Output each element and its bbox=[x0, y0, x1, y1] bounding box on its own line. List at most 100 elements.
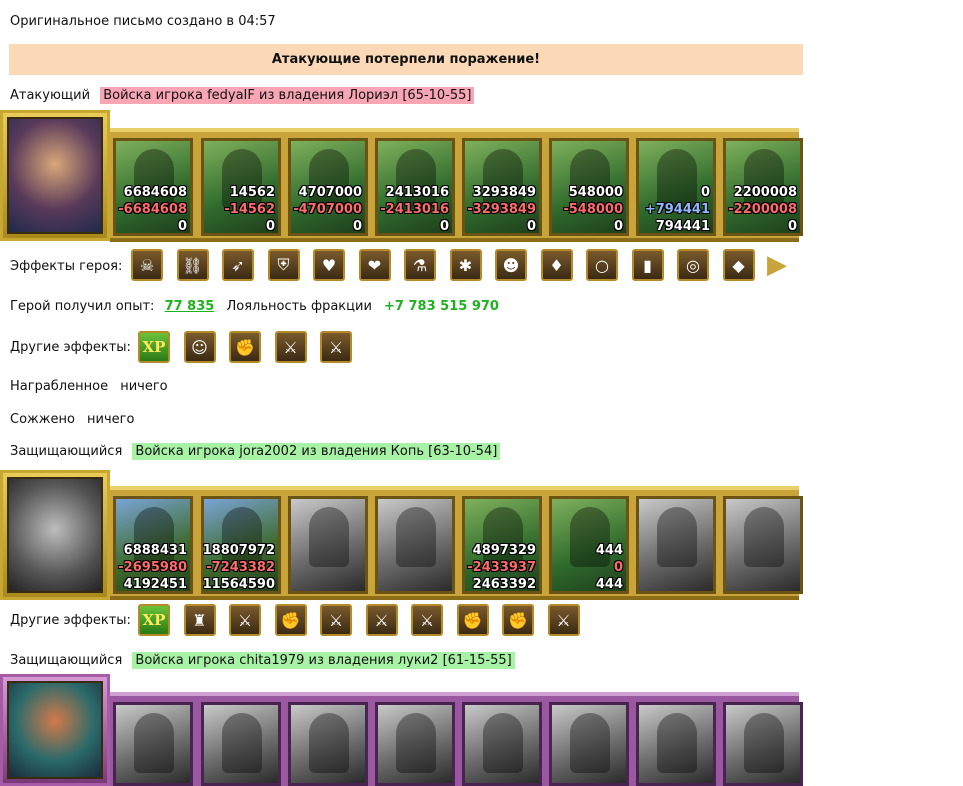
unit-count-n1: 4897329 bbox=[472, 543, 536, 558]
unit-card[interactable] bbox=[636, 496, 716, 594]
shield-bow-icon[interactable]: ⛨ bbox=[267, 249, 300, 281]
defender1-row: Защищающийся Войска игрока jora2002 из в… bbox=[10, 442, 501, 462]
unit-card[interactable]: 0 +794441 794441 bbox=[636, 138, 716, 236]
chain-mail-icon[interactable]: ⛓ bbox=[176, 249, 209, 281]
defender2-army-name[interactable]: Войска игрока chita1979 из владения луки… bbox=[132, 652, 515, 669]
unit-count-n2: -3293849 bbox=[467, 202, 536, 217]
ring-icon[interactable]: ○ bbox=[586, 249, 618, 281]
unit-card[interactable]: 2200008 -2200008 0 bbox=[723, 138, 803, 236]
unit-card[interactable]: 2413016 -2413016 0 bbox=[375, 138, 455, 236]
unit-card[interactable]: 6888431 -2695980 4192451 bbox=[113, 496, 193, 594]
unit-figure-icon bbox=[657, 713, 697, 773]
experience-label: Герой получил опыт: bbox=[10, 299, 155, 314]
unit-count-n2: -548000 bbox=[563, 202, 623, 217]
unit-figure-icon bbox=[396, 149, 436, 209]
unit-count-n2: 0 bbox=[613, 560, 623, 575]
defender2-hero-portrait[interactable] bbox=[0, 674, 110, 786]
defender1-hero-portrait[interactable] bbox=[0, 470, 110, 600]
unit-figure-icon bbox=[744, 507, 784, 567]
sword-icon[interactable]: ⚔ bbox=[365, 604, 398, 636]
unit-card[interactable] bbox=[636, 702, 716, 786]
unit-figure-icon bbox=[396, 507, 436, 567]
unit-count-n3: 794441 bbox=[655, 219, 710, 234]
golden-armor-icon[interactable]: ♦ bbox=[540, 249, 573, 281]
unit-card[interactable] bbox=[288, 496, 368, 594]
fist-sword-icon[interactable]: ✊ bbox=[229, 331, 261, 363]
unit-count-n3: 0 bbox=[265, 219, 275, 234]
unit-figure-icon bbox=[570, 149, 610, 209]
sword-icon[interactable]: ⚔ bbox=[547, 604, 580, 636]
fist-sword-icon[interactable]: ✊ bbox=[502, 604, 534, 636]
scroll-right-arrow-icon[interactable]: ▶ bbox=[767, 249, 787, 281]
unit-figure-icon bbox=[570, 507, 610, 567]
potion-icon[interactable]: ⚗ bbox=[404, 249, 436, 281]
bow-icon[interactable]: ➶ bbox=[222, 249, 254, 281]
unit-figure-icon bbox=[134, 149, 174, 209]
xp-icon[interactable]: XP bbox=[138, 331, 170, 363]
unit-count-n2: -4707000 bbox=[293, 202, 362, 217]
sword-icon[interactable]: ⚔ bbox=[320, 331, 352, 363]
unit-card[interactable]: 6684608 -6684608 0 bbox=[113, 138, 193, 236]
defender1-other-effects-label: Другие эффекты: bbox=[10, 613, 131, 628]
shield-lion-icon bbox=[7, 477, 103, 593]
amulet-icon[interactable]: ◎ bbox=[677, 249, 709, 281]
experience-value-link[interactable]: 77 835 bbox=[165, 299, 215, 314]
unit-card[interactable]: 3293849 -3293849 0 bbox=[462, 138, 542, 236]
xp-icon[interactable]: XP bbox=[138, 604, 170, 636]
unit-card[interactable] bbox=[288, 702, 368, 786]
unit-card[interactable]: 548000 -548000 0 bbox=[549, 138, 629, 236]
unit-count-n3: 0 bbox=[439, 219, 449, 234]
unit-card[interactable] bbox=[462, 702, 542, 786]
boots-icon[interactable]: ▮ bbox=[631, 249, 664, 281]
sword-icon[interactable]: ⚔ bbox=[411, 604, 443, 636]
unit-count-n1: 18807972 bbox=[202, 543, 275, 558]
unit-count-n1: 6684608 bbox=[123, 185, 187, 200]
unit-count-n3: 11564590 bbox=[202, 577, 275, 592]
unit-count-n2: -2695980 bbox=[118, 560, 187, 575]
unit-figure-icon bbox=[396, 713, 436, 773]
defender1-army-name[interactable]: Войска игрока jora2002 из владения Копь … bbox=[132, 443, 501, 460]
unit-figure-icon bbox=[134, 507, 174, 567]
fist-sword-icon[interactable]: ✊ bbox=[456, 604, 489, 636]
unit-figure-icon bbox=[570, 713, 610, 773]
unit-card[interactable] bbox=[113, 702, 193, 786]
unit-count-n1: 548000 bbox=[568, 185, 623, 200]
unit-card[interactable]: 4707000 -4707000 0 bbox=[288, 138, 368, 236]
unit-count-n2: +794441 bbox=[644, 202, 710, 217]
unit-count-n2: -14562 bbox=[224, 202, 275, 217]
fist-sword-icon[interactable]: ✊ bbox=[274, 604, 307, 636]
defender2-label: Защищающийся bbox=[10, 653, 123, 668]
unit-count-n1: 0 bbox=[700, 185, 710, 200]
unit-card[interactable] bbox=[375, 496, 455, 594]
unit-card[interactable] bbox=[549, 702, 629, 786]
unit-card[interactable] bbox=[723, 702, 803, 786]
unit-card[interactable]: 444 0 444 bbox=[549, 496, 629, 594]
bone-armor-icon[interactable]: ☠ bbox=[131, 249, 163, 281]
attacker-hero-portrait[interactable] bbox=[0, 110, 110, 241]
sword-icon[interactable]: ⚔ bbox=[320, 604, 352, 636]
spider-icon[interactable]: ✱ bbox=[449, 249, 482, 281]
unit-count-n3: 0 bbox=[352, 219, 362, 234]
unit-card[interactable]: 4897329 -2433937 2463392 bbox=[462, 496, 542, 594]
gems-icon[interactable]: ◆ bbox=[722, 249, 755, 281]
attacker-army-name[interactable]: Войска игрока fedyaIF из владения Лориэл… bbox=[100, 87, 475, 104]
unit-card[interactable] bbox=[375, 702, 455, 786]
demon-mask-icon[interactable]: ☻ bbox=[495, 249, 527, 281]
unit-card[interactable]: 18807972 -7243382 11564590 bbox=[201, 496, 281, 594]
defender1-units-strip: 6888431 -2695980 4192451 18807972 -7243382 11… bbox=[110, 486, 803, 600]
unit-count-n1: 444 bbox=[595, 543, 623, 558]
unit-figure-icon bbox=[483, 713, 523, 773]
loyalty-value: +7 783 515 970 bbox=[384, 299, 499, 314]
loyalty-label: Лояльность фракции bbox=[226, 299, 372, 314]
sword-icon[interactable]: ⚔ bbox=[274, 331, 307, 363]
unit-count-n1: 3293849 bbox=[472, 185, 536, 200]
dwarf-face-icon[interactable]: ☺ bbox=[183, 331, 216, 363]
unit-card[interactable] bbox=[723, 496, 803, 594]
heart-icon[interactable]: ♥ bbox=[313, 249, 345, 281]
burned-row: Сожжено ничего bbox=[10, 410, 134, 430]
sword-icon[interactable]: ⚔ bbox=[229, 604, 261, 636]
unit-card[interactable] bbox=[201, 702, 281, 786]
unit-card[interactable]: 14562 -14562 0 bbox=[201, 138, 281, 236]
tower-icon[interactable]: ♜ bbox=[183, 604, 216, 636]
heart-hand-icon[interactable]: ❤ bbox=[358, 249, 391, 281]
